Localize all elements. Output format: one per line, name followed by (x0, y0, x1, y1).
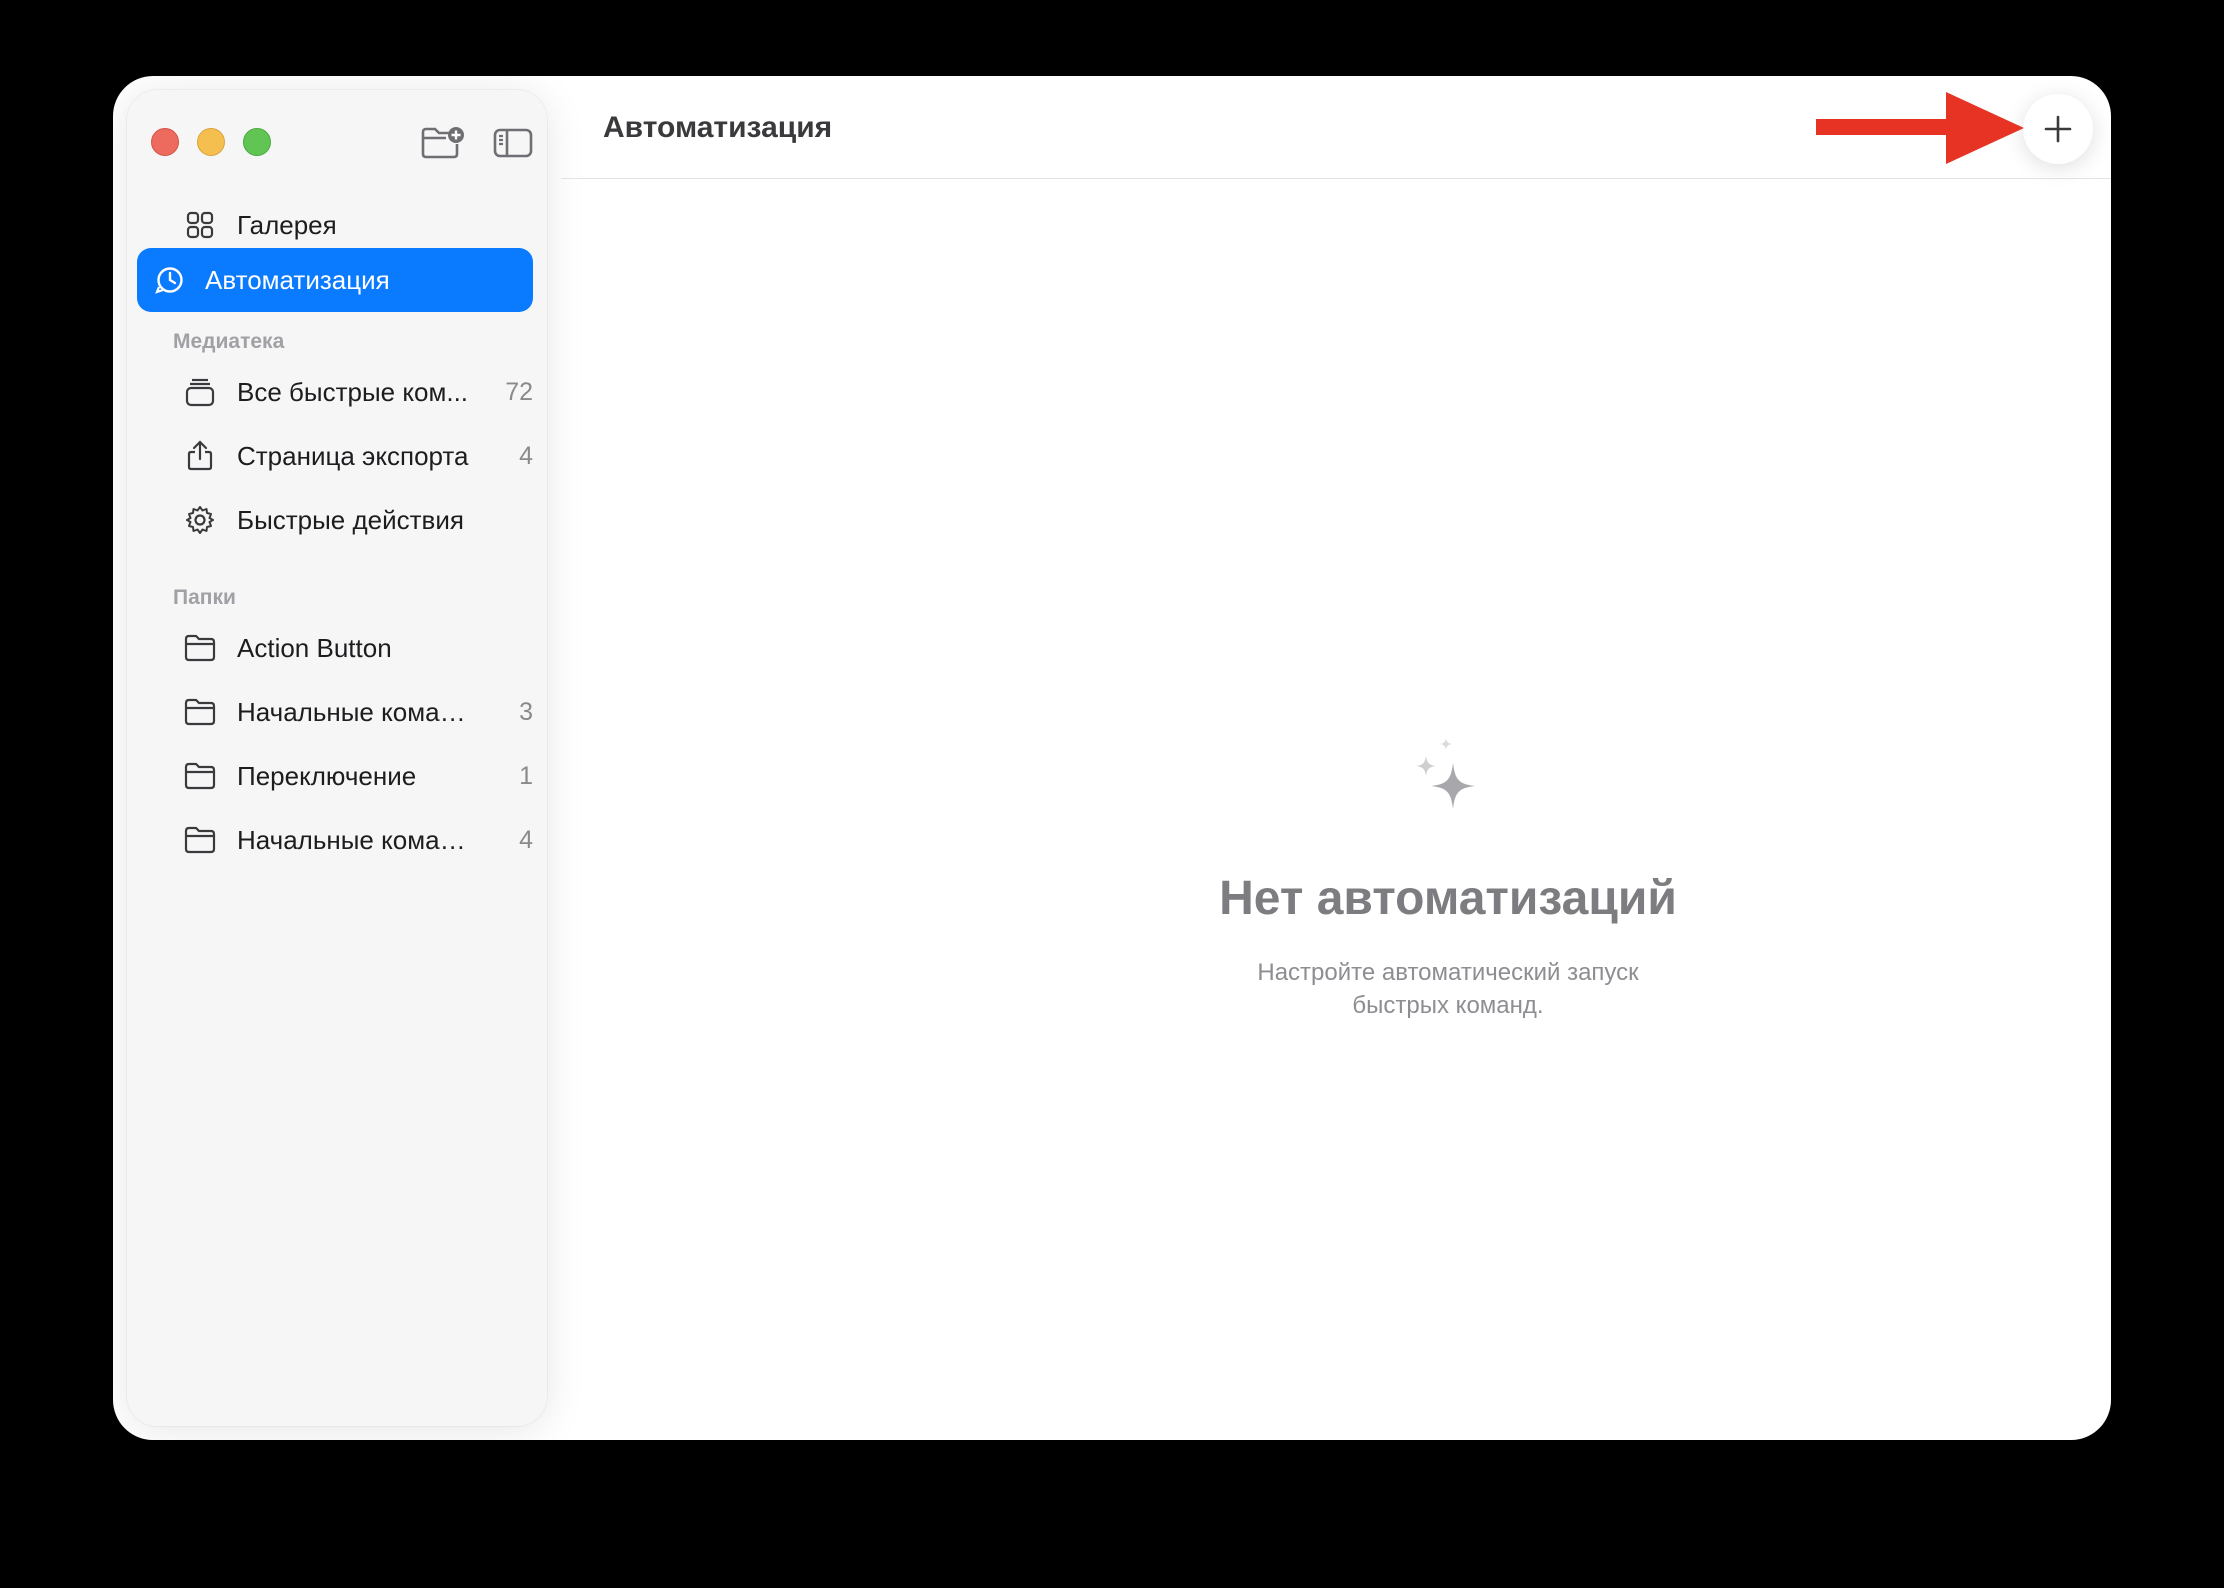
sidebar-item-label: Быстрые действия (237, 504, 464, 535)
folder-icon (183, 695, 217, 729)
annotation-arrow-icon (1816, 92, 2024, 164)
sidebar-item-folder[interactable]: Переключение 1 (161, 744, 555, 808)
stack-icon (183, 375, 217, 409)
sparkles-icon (1416, 738, 1475, 809)
empty-state-subtitle: Настройте автоматический запуск быстрых … (1148, 956, 1748, 1022)
share-icon (183, 439, 217, 473)
new-folder-button[interactable] (419, 124, 467, 162)
new-folder-icon (421, 127, 464, 159)
empty-state-subtitle-line: быстрых команд. (1352, 992, 1544, 1019)
sidebar-item-folder[interactable]: Начальные команды 3 (161, 680, 555, 744)
section-header-folders: Папки (173, 586, 236, 609)
gear-icon (183, 503, 217, 537)
sidebar-item-quick-actions[interactable]: Быстрые действия (161, 488, 555, 552)
close-window-button[interactable] (151, 128, 179, 156)
toggle-sidebar-button[interactable] (489, 124, 537, 162)
sidebar-item-share-sheet[interactable]: Страница экспорта 4 (161, 424, 555, 488)
folder-icon (183, 759, 217, 793)
grid-icon (183, 208, 217, 242)
maximize-window-button[interactable] (243, 128, 271, 156)
sidebar-item-folder[interactable]: Action Button (161, 616, 555, 680)
item-count: 4 (519, 441, 533, 470)
sidebar-item-label: Автоматизация (205, 264, 390, 295)
titlebar-divider (561, 178, 2111, 179)
sidebar-item-automation[interactable]: Автоматизация (137, 248, 533, 312)
sidebar: Галерея Автоматизация Медиатека Все быст… (127, 90, 547, 1426)
sidebar-item-all-shortcuts[interactable]: Все быстрые ком... 72 (161, 360, 555, 424)
section-header-library: Медиатека (173, 330, 285, 353)
sidebar-item-label: Страница экспорта (237, 440, 469, 471)
sidebar-icon (493, 128, 533, 158)
empty-state-title: Нет автоматизаций (1219, 872, 1677, 925)
clock-icon (153, 263, 187, 297)
item-count: 1 (519, 761, 533, 790)
item-count: 3 (519, 697, 533, 726)
folder-icon (183, 823, 217, 857)
sidebar-item-folder[interactable]: Начальные команды 4 (161, 808, 555, 872)
shortcuts-window: Галерея Автоматизация Медиатека Все быст… (113, 76, 2111, 1440)
minimize-window-button[interactable] (197, 128, 225, 156)
item-count: 4 (519, 825, 533, 854)
sidebar-item-label: Начальные команды (237, 696, 477, 727)
sidebar-item-label: Галерея (237, 209, 337, 240)
sidebar-item-label: Начальные команды (237, 824, 477, 855)
sidebar-item-label: Все быстрые ком... (237, 376, 469, 407)
empty-state-subtitle-line: Настройте автоматический запуск (1257, 959, 1639, 986)
folder-icon (183, 631, 217, 665)
sidebar-item-label: Переключение (237, 760, 417, 791)
page-title: Автоматизация (603, 111, 833, 144)
plus-icon (2044, 115, 2072, 143)
sidebar-item-label: Action Button (237, 632, 392, 663)
item-count: 72 (505, 377, 533, 406)
add-automation-button[interactable] (2023, 94, 2093, 164)
